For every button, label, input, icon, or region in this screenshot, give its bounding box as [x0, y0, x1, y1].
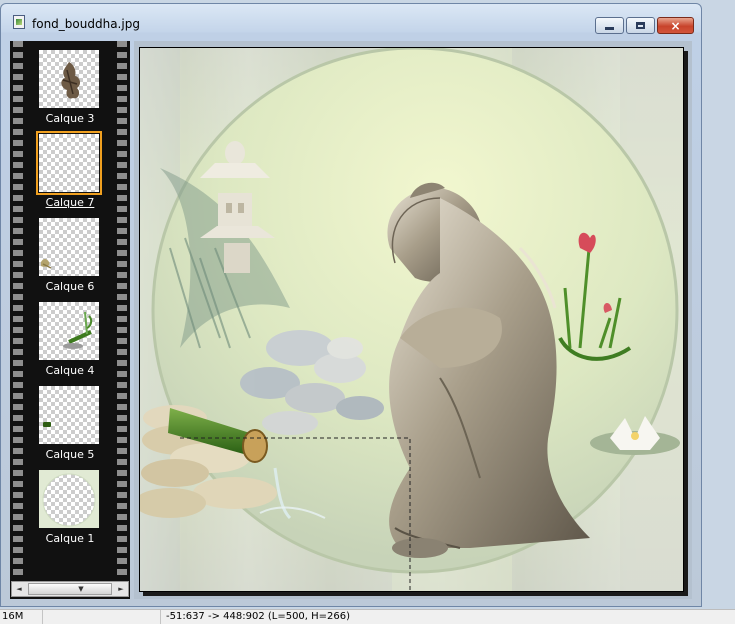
- scroll-thumb[interactable]: [28, 583, 112, 595]
- circle-thumbnail: [39, 470, 99, 528]
- small-figure-thumbnail: [39, 218, 99, 276]
- layer-label: Calque 7: [45, 196, 95, 209]
- leaf-thumbnail: [39, 386, 99, 444]
- close-button[interactable]: ×: [657, 17, 694, 34]
- image-document-icon: [13, 15, 25, 29]
- title-bar[interactable]: fond_bouddha.jpg ×: [1, 4, 701, 34]
- window-title: fond_bouddha.jpg: [32, 17, 140, 31]
- memory-usage: 16M: [2, 611, 24, 622]
- filmstrip-scrollbar[interactable]: ◄ ▼ ►: [11, 581, 129, 597]
- image-window: fond_bouddha.jpg × Calque 3 Calque 7 Cal…: [0, 3, 702, 607]
- scroll-down-arrow-icon[interactable]: ▼: [74, 582, 88, 596]
- selection-coordinates: -51:637 -> 448:902 (L=500, H=266): [166, 611, 351, 622]
- minimize-icon: [605, 27, 614, 30]
- tree-figure-thumbnail: [39, 50, 99, 108]
- maximize-icon: [636, 22, 645, 29]
- layer-label: Calque 6: [45, 280, 95, 293]
- scroll-left-arrow-icon[interactable]: ◄: [12, 582, 26, 596]
- minimize-button[interactable]: [595, 17, 624, 34]
- scroll-right-arrow-icon[interactable]: ►: [114, 582, 128, 596]
- film-sprockets-left: [13, 41, 23, 577]
- canvas-area: [134, 41, 692, 599]
- layer-item-calque-3[interactable]: Calque 3: [27, 43, 113, 125]
- status-bar: 16M -51:637 -> 448:902 (L=500, H=266): [0, 609, 735, 624]
- empty-thumbnail: [36, 131, 102, 195]
- close-icon: ×: [670, 18, 681, 33]
- buddha-scene-image: [140, 48, 683, 591]
- layer-item-calque-5[interactable]: Calque 5: [27, 379, 113, 461]
- layer-label: Calque 3: [45, 112, 95, 125]
- layer-label: Calque 5: [45, 448, 95, 461]
- layer-item-calque-4[interactable]: Calque 4: [27, 295, 113, 377]
- status-divider: [160, 610, 161, 624]
- status-divider: [42, 610, 43, 624]
- layer-label: Calque 4: [45, 364, 95, 377]
- bamboo-thumbnail: [39, 302, 99, 360]
- image-canvas[interactable]: [139, 47, 684, 592]
- layer-item-calque-1[interactable]: Calque 1: [27, 463, 113, 545]
- film-sprockets-right: [117, 41, 127, 577]
- layer-label: Calque 1: [45, 532, 95, 545]
- layers-filmstrip: Calque 3 Calque 7 Calque 6 Calque 4 Calq…: [10, 41, 130, 599]
- layer-item-calque-6[interactable]: Calque 6: [27, 211, 113, 293]
- maximize-button[interactable]: [626, 17, 655, 34]
- layer-item-calque-7[interactable]: Calque 7: [27, 127, 113, 209]
